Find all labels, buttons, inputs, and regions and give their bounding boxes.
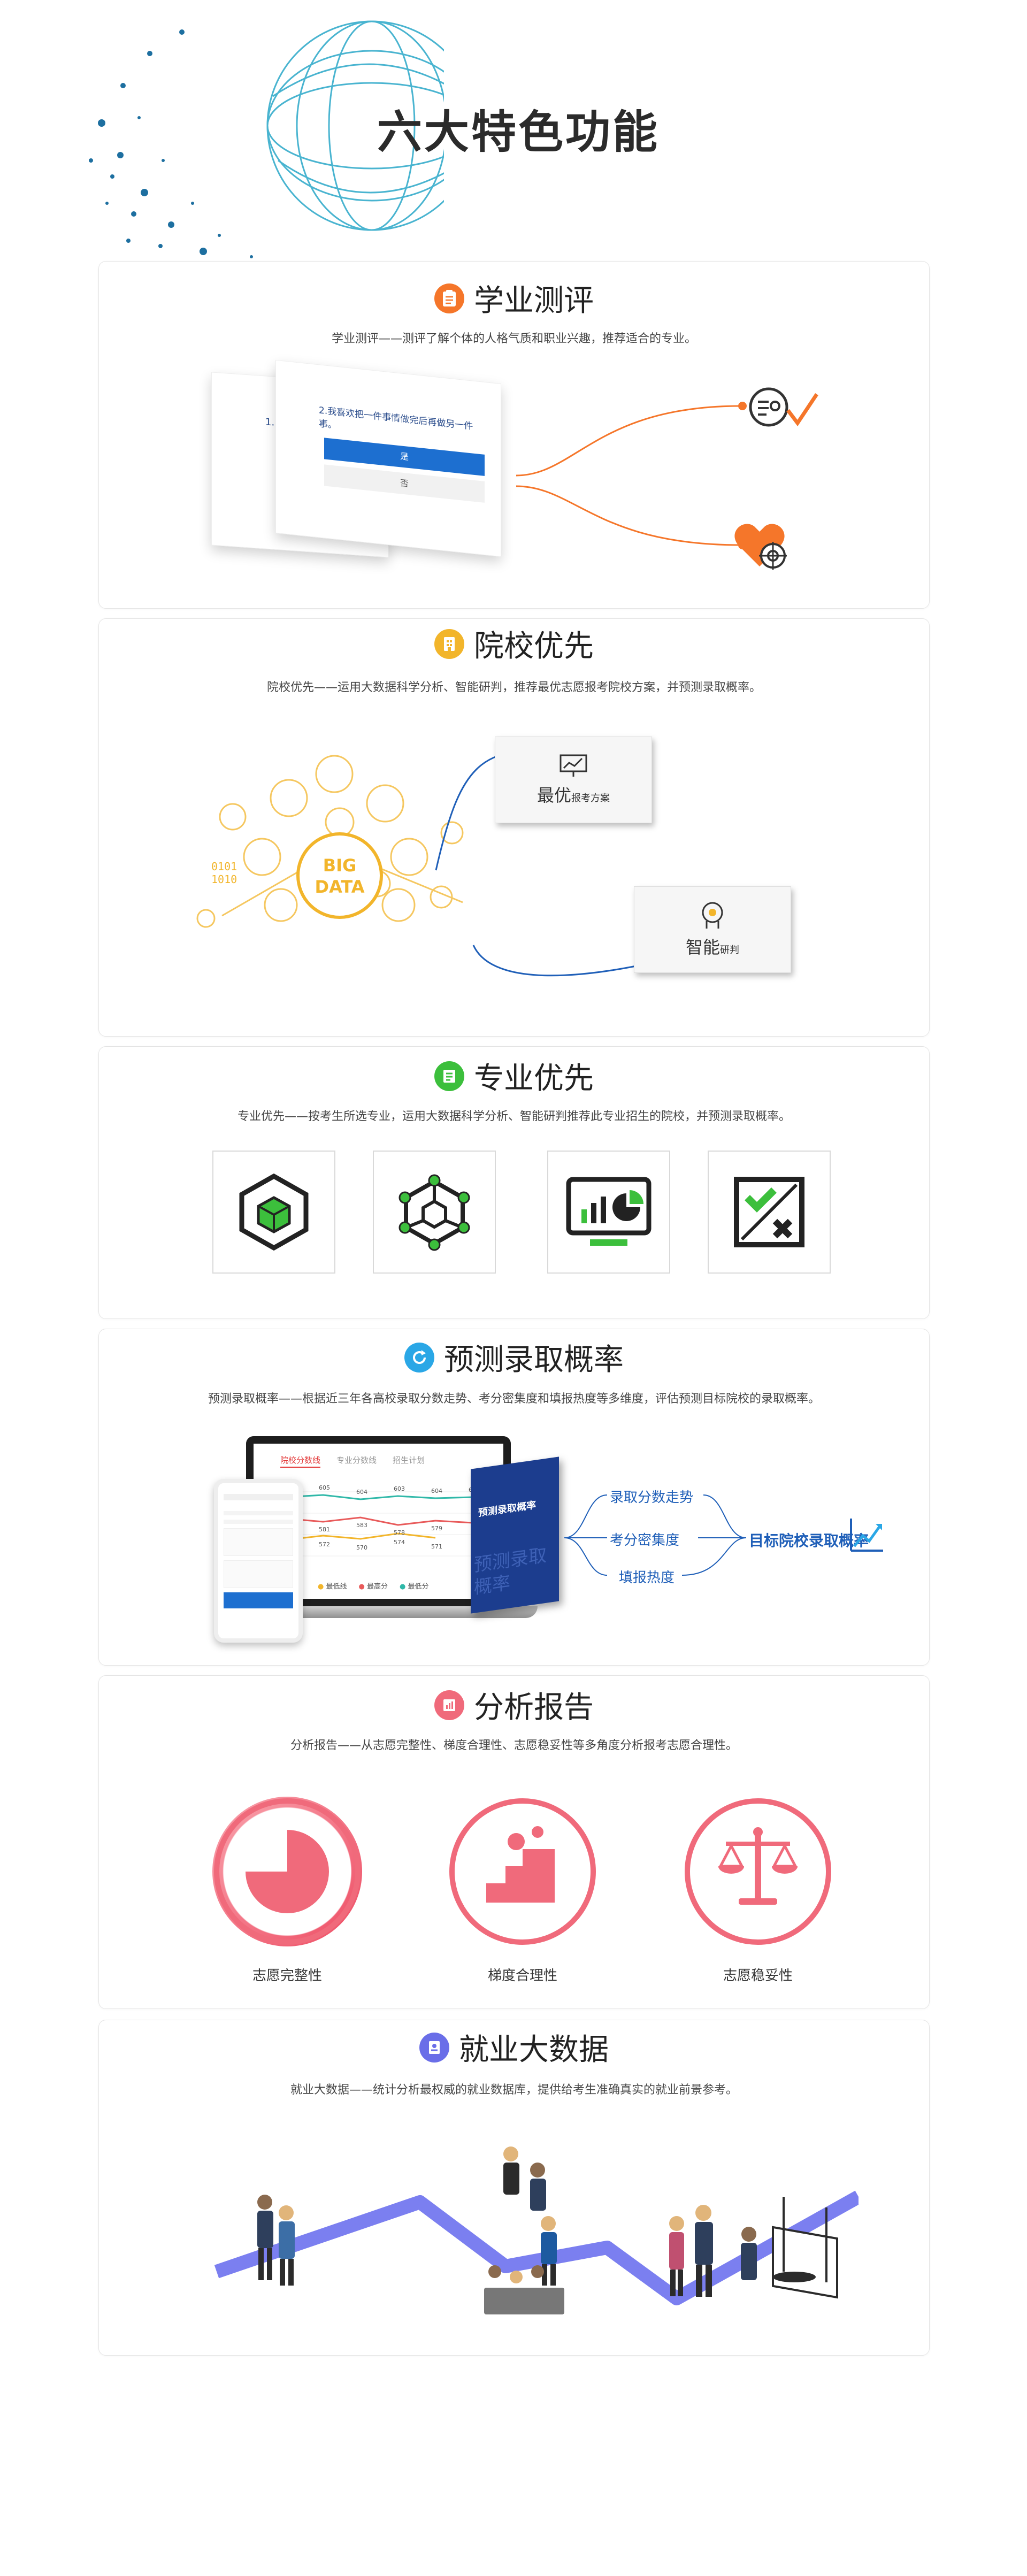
section-desc: 学业测评——测评了解个体的人格气质和职业兴趣，推荐适合的专业。 (331, 332, 696, 346)
pie-icon (214, 1798, 361, 1945)
refresh-icon (404, 1342, 434, 1373)
n-low-4: 571 (431, 1543, 442, 1550)
box1-small: 报考方案 (571, 793, 610, 804)
monitor-chart-icon-box (547, 1151, 670, 1274)
chart-icon (434, 1690, 464, 1720)
section-desc: 就业大数据——统计分析最权威的就业数据库，提供给考生准确真实的就业前景参考。 (290, 2083, 738, 2097)
box2-big: 智能 (685, 937, 720, 957)
legend-2: 最低分 (408, 1583, 429, 1591)
book-side-text: 预测录取概率 (474, 1544, 547, 1599)
section-desc: 分析报告——从志愿完整性、梯度合理性、志愿稳妥性等多角度分析报考志愿合理性。 (290, 1739, 738, 1752)
phone (214, 1479, 303, 1643)
n-mid-1: 581 (319, 1526, 330, 1533)
clipboard-icon (434, 283, 464, 313)
completeness-circle (212, 1797, 362, 1946)
n-top-3: 603 (394, 1485, 405, 1492)
section-title: 院校优先 (474, 629, 594, 664)
n-mid-2: 583 (356, 1522, 367, 1529)
list-icon (434, 1061, 464, 1091)
binary-label: 0101 (211, 860, 237, 873)
section-title: 专业优先 (474, 1061, 594, 1096)
score-line-chart: 602605 604603 604600 585581 583578 579 5… (275, 1484, 489, 1557)
cube-icon (239, 1173, 309, 1251)
employment-illustration (214, 2146, 859, 2314)
tag-score-trend: 录取分数走势 (610, 1490, 694, 1506)
document-icon (419, 2032, 449, 2063)
completeness-label: 志愿完整性 (252, 1968, 322, 1984)
section-college-first: 院校优先 院校优先——运用大数据科学分析、智能研判，推荐最优志愿报考院校方案，并… (98, 618, 930, 1037)
section-title: 就业大数据 (459, 2033, 609, 2067)
n-low-1: 572 (319, 1541, 330, 1548)
scale-icon (685, 1798, 831, 1945)
n-top-4: 604 (431, 1488, 442, 1494)
quiz-card-front: 2.我喜欢把一件事情做完后再做另一件事。 是 否 (275, 359, 501, 557)
n-mid-3: 578 (394, 1529, 405, 1536)
n-mid-4: 579 (431, 1525, 442, 1532)
section-report: 分析报告 分析报告——从志愿完整性、梯度合理性、志愿稳妥性等多角度分析报考志愿合… (98, 1675, 930, 2009)
cube-icon-box (212, 1151, 335, 1274)
tag-density: 考分密集度 (610, 1532, 680, 1548)
page-title: 六大特色功能 (377, 106, 660, 158)
section-title: 预测录取概率 (444, 1343, 624, 1377)
box1-big: 最优 (537, 785, 571, 806)
legend-1: 最高分 (366, 1583, 388, 1591)
monitor-chart-icon (566, 1177, 652, 1246)
section-desc: 院校优先——运用大数据科学分析、智能研判，推荐最优志愿报考院校方案，并预测录取概… (266, 681, 761, 694)
chart-legend: ● 最低线 ● 最高分 ● 最低分 (318, 1583, 429, 1591)
section-desc: 预测录取概率——根据近三年各高校录取分数走势、考分密集度和填报热度等多维度，评估… (208, 1392, 820, 1406)
box2-small: 研判 (720, 945, 739, 956)
tab-major-score[interactable]: 专业分数线 (336, 1454, 377, 1466)
brain-head-icon (702, 902, 723, 929)
section-title: 分析报告 (474, 1690, 594, 1725)
tab-college-score[interactable]: 院校分数线 (280, 1454, 321, 1468)
section-predict: 预测录取概率 预测录取概率——根据近三年各高校录取分数走势、考分密集度和填报热度… (98, 1329, 930, 1666)
stairs-icon (449, 1798, 596, 1945)
quiz-back-number: 1. (265, 416, 275, 428)
stability-circle (683, 1797, 833, 1946)
network-icon (398, 1174, 470, 1251)
section-assessment: 学业测评 学业测评——测评了解个体的人格气质和职业兴趣，推荐适合的专业。 1. … (98, 261, 930, 609)
n-low-3: 574 (394, 1539, 405, 1546)
report-book: 预测录取概率 预测录取概率 (471, 1456, 559, 1614)
section-title: 学业测评 (474, 283, 594, 318)
heart-target-icon (734, 524, 787, 570)
n-top-1: 605 (319, 1484, 330, 1491)
personality-check-icon (749, 387, 818, 427)
book-title: 预测录取概率 (478, 1499, 536, 1519)
section-employment: 就业大数据 就业大数据——统计分析最权威的就业数据库，提供给考生准确真实的就业前… (98, 2020, 930, 2356)
gradient-label: 梯度合理性 (487, 1968, 557, 1984)
chart-board-icon (560, 754, 587, 777)
check-cross-icon-box (708, 1151, 831, 1274)
check-cross-icon (734, 1177, 804, 1247)
tag-heat: 填报热度 (619, 1570, 675, 1586)
school-icon (434, 628, 464, 659)
n-top-2: 604 (356, 1489, 367, 1496)
section-major-first: 专业优先 专业优先——按考生所选专业，运用大数据科学分析、智能研判推荐此专业招生… (98, 1046, 930, 1319)
section-desc: 专业优先——按考生所选专业，运用大数据科学分析、智能研判推荐此专业招生的院校，并… (237, 1110, 791, 1123)
network-icon-box (373, 1151, 496, 1274)
n-low-2: 570 (356, 1544, 367, 1551)
optimal-plan-box: 最优报考方案 (495, 737, 652, 823)
tab-plan[interactable]: 招生计划 (393, 1454, 425, 1466)
legend-0: 最低线 (326, 1583, 347, 1591)
trend-up-icon (850, 1519, 883, 1552)
stability-label: 志愿稳妥性 (723, 1968, 793, 1984)
gradient-circle (448, 1797, 597, 1946)
binary-label-2: 1010 (211, 873, 237, 886)
smart-analysis-box: 智能研判 (634, 886, 791, 973)
